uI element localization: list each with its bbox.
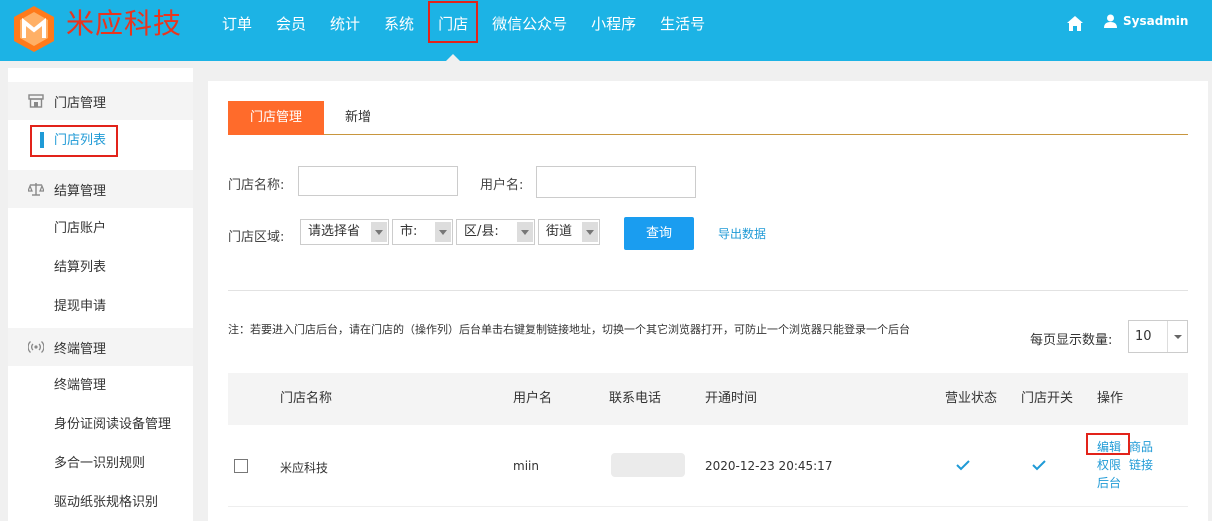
nav-store[interactable]: 门店 bbox=[426, 0, 480, 61]
check-icon bbox=[1032, 460, 1046, 471]
username-input[interactable] bbox=[536, 166, 696, 198]
sidebar-item-multi-rule[interactable]: 多合一识别规则 bbox=[8, 444, 193, 483]
scale-icon bbox=[28, 183, 44, 196]
cell-phone-redacted bbox=[611, 453, 685, 477]
sidebar-item-settlement-list[interactable]: 结算列表 bbox=[8, 248, 193, 287]
tab-new[interactable]: 新增 bbox=[340, 101, 376, 135]
store-icon bbox=[28, 94, 44, 108]
th-username: 用户名 bbox=[513, 391, 553, 406]
sidebar-item-id-reader[interactable]: 身份证阅读设备管理 bbox=[8, 405, 193, 444]
check-icon bbox=[956, 460, 970, 471]
edit-link[interactable]: 编辑 bbox=[1097, 439, 1121, 455]
goods-link-line1[interactable]: 商品 bbox=[1129, 439, 1153, 455]
cell-username: miin bbox=[513, 459, 539, 473]
chevron-down-icon bbox=[435, 222, 451, 242]
chevron-down-icon bbox=[371, 222, 387, 242]
cell-opened-time: 2020-12-23 20:45:17 bbox=[705, 459, 833, 473]
cell-store-name: 米应科技 bbox=[280, 461, 329, 475]
page-size-label: 每页显示数量: bbox=[1030, 333, 1113, 348]
table-row: 米应科技 miin 2020-12-23 20:45:17 编辑 商品 权限 链… bbox=[228, 425, 1188, 507]
store-name-label: 门店名称: bbox=[228, 178, 285, 193]
tab-store-management[interactable]: 门店管理 bbox=[228, 101, 324, 135]
top-header: 米应科技 订单 会员 统计 系统 门店 微信公众号 小程序 生活号 Sysadm… bbox=[0, 0, 1212, 61]
th-store-switch: 门店开关 bbox=[1021, 391, 1074, 406]
th-phone: 联系电话 bbox=[609, 391, 662, 406]
store-name-input[interactable] bbox=[298, 166, 458, 196]
nav-system[interactable]: 系统 bbox=[372, 0, 426, 61]
nav-members[interactable]: 会员 bbox=[264, 0, 318, 61]
signal-icon bbox=[28, 341, 44, 353]
sidebar-item-terminal[interactable]: 终端管理 bbox=[8, 366, 193, 405]
highlight-box bbox=[428, 1, 479, 43]
brand-name: 米应科技 bbox=[66, 7, 183, 40]
nav-orders[interactable]: 订单 bbox=[210, 0, 264, 61]
username-label: Sysadmin bbox=[1123, 14, 1189, 28]
chevron-down-icon bbox=[1167, 321, 1187, 352]
main-panel: 门店管理 新增 门店名称: 用户名: 门店区域: 请选择省 市: 区/县: 街道… bbox=[208, 81, 1208, 521]
chevron-down-icon bbox=[517, 222, 533, 242]
row-checkbox[interactable] bbox=[234, 459, 248, 473]
sidebar-item-withdraw[interactable]: 提现申请 bbox=[8, 287, 193, 326]
user-menu[interactable]: Sysadmin bbox=[1104, 14, 1188, 28]
sidebar-item-store-list[interactable]: 门店列表 bbox=[8, 121, 193, 160]
divider bbox=[228, 290, 1188, 291]
usage-note: 注：若要进入门店后台，请在门店的（操作列）后台单击右键复制链接地址，切换一个其它… bbox=[228, 323, 910, 336]
nav-life-account[interactable]: 生活号 bbox=[648, 0, 717, 61]
sidebar-group-terminal[interactable]: 终端管理 bbox=[8, 328, 193, 366]
nav-mini-program[interactable]: 小程序 bbox=[579, 0, 648, 61]
export-data-link[interactable]: 导出数据 bbox=[718, 225, 766, 242]
th-business-status: 营业状态 bbox=[945, 391, 998, 406]
chevron-down-icon bbox=[582, 222, 598, 242]
sidebar-group-settlement[interactable]: 结算管理 bbox=[8, 170, 193, 208]
sidebar-item-store-account[interactable]: 门店账户 bbox=[8, 209, 193, 248]
tab-bar: 门店管理 新增 bbox=[228, 101, 1188, 135]
street-select[interactable]: 街道 bbox=[538, 219, 600, 245]
nav-wechat-official[interactable]: 微信公众号 bbox=[480, 0, 579, 61]
th-store-name: 门店名称 bbox=[280, 391, 333, 406]
sidebar: 门店管理 门店列表 结算管理 门店账户 结算列表 提现申请 终端管理 终端管理 … bbox=[8, 68, 193, 521]
goods-link-line2[interactable]: 链接 bbox=[1129, 457, 1153, 473]
page-size-select[interactable]: 10 bbox=[1128, 320, 1188, 353]
username-filter-label: 用户名: bbox=[480, 178, 524, 193]
table-header: 门店名称 用户名 联系电话 开通时间 营业状态 门店开关 操作 bbox=[228, 373, 1188, 425]
region-label: 门店区域: bbox=[228, 230, 285, 245]
query-button[interactable]: 查询 bbox=[624, 217, 694, 250]
th-actions: 操作 bbox=[1097, 391, 1124, 406]
permission-link[interactable]: 权限 bbox=[1097, 457, 1121, 473]
highlight-box bbox=[30, 125, 118, 157]
user-icon bbox=[1104, 14, 1117, 28]
district-select[interactable]: 区/县: bbox=[456, 219, 535, 245]
province-select[interactable]: 请选择省 bbox=[300, 219, 389, 245]
sidebar-item-paper-spec[interactable]: 驱动纸张规格识别 bbox=[8, 483, 193, 521]
main-nav: 订单 会员 统计 系统 门店 微信公众号 小程序 生活号 bbox=[210, 0, 717, 61]
nav-stats[interactable]: 统计 bbox=[318, 0, 372, 61]
city-select[interactable]: 市: bbox=[392, 219, 453, 245]
th-opened: 开通时间 bbox=[705, 391, 758, 406]
home-icon[interactable] bbox=[1066, 15, 1084, 33]
sidebar-group-store[interactable]: 门店管理 bbox=[8, 82, 193, 120]
backend-link[interactable]: 后台 bbox=[1097, 475, 1121, 491]
brand-logo-icon bbox=[14, 6, 54, 52]
